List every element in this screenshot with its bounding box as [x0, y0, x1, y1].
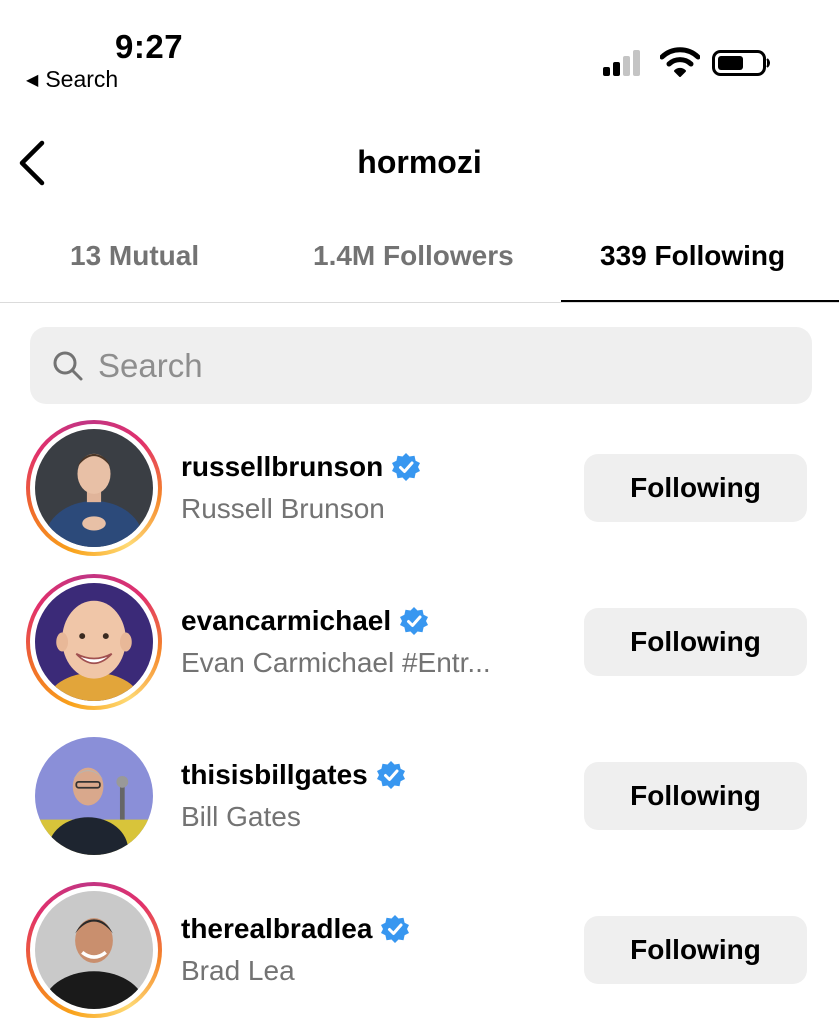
following-button[interactable]: Following [584, 608, 807, 676]
tab-followers[interactable]: 1.4M Followers [313, 240, 514, 272]
full-name: Evan Carmichael #Entr... [181, 647, 491, 678]
profile-photo [35, 583, 153, 701]
list-item[interactable]: russellbrunson Russell Brunson Following [0, 415, 839, 565]
following-button[interactable]: Following [584, 916, 807, 984]
avatar[interactable] [26, 728, 162, 864]
tab-following[interactable]: 339 Following [600, 240, 785, 272]
wifi-icon [660, 47, 700, 77]
handle-line: evancarmichael [181, 605, 429, 637]
avatar[interactable] [26, 420, 162, 556]
avatar[interactable] [26, 574, 162, 710]
username[interactable]: evancarmichael [181, 605, 391, 637]
username[interactable]: therealbradlea [181, 913, 372, 945]
story-ring [26, 574, 162, 710]
list-item[interactable]: thisisbillgates Bill Gates Following [0, 723, 839, 873]
search-icon [53, 351, 83, 380]
battery-icon [712, 50, 770, 76]
search-bar[interactable] [30, 327, 812, 404]
avatar[interactable] [26, 882, 162, 1018]
username[interactable]: russellbrunson [181, 451, 383, 483]
back-app-label: Search [45, 66, 119, 92]
tab-mutual[interactable]: 13 Mutual [70, 240, 199, 272]
full-name: Russell Brunson [181, 493, 385, 524]
verified-badge-icon [400, 607, 429, 635]
list-item[interactable]: evancarmichael Evan Carmichael #Entr... … [0, 569, 839, 719]
cellular-signal-icon [603, 50, 647, 76]
active-tab-indicator [561, 300, 839, 302]
story-ring [26, 420, 162, 556]
verified-badge-icon [381, 915, 410, 943]
tabs-divider [0, 302, 839, 303]
handle-line: thisisbillgates [181, 759, 406, 791]
story-ring [26, 882, 162, 1018]
list-item[interactable]: therealbradlea Brad Lea Following [0, 877, 839, 1024]
search-input[interactable] [98, 346, 778, 385]
username[interactable]: thisisbillgates [181, 759, 368, 791]
full-name: Bill Gates [181, 801, 301, 832]
handle-line: russellbrunson [181, 451, 421, 483]
profile-photo [35, 737, 153, 855]
back-to-app-link[interactable]: ◀ Search [26, 66, 118, 93]
status-time: 9:27 [115, 28, 184, 65]
following-button[interactable]: Following [584, 762, 807, 830]
profile-photo [35, 891, 153, 1009]
full-name: Brad Lea [181, 955, 295, 986]
page-title: hormozi [357, 144, 482, 180]
handle-line: therealbradlea [181, 913, 410, 945]
back-triangle-icon: ◀ [26, 71, 39, 89]
verified-badge-icon [376, 761, 405, 789]
following-button[interactable]: Following [584, 454, 807, 522]
verified-badge-icon [392, 453, 421, 481]
profile-photo [35, 429, 153, 547]
